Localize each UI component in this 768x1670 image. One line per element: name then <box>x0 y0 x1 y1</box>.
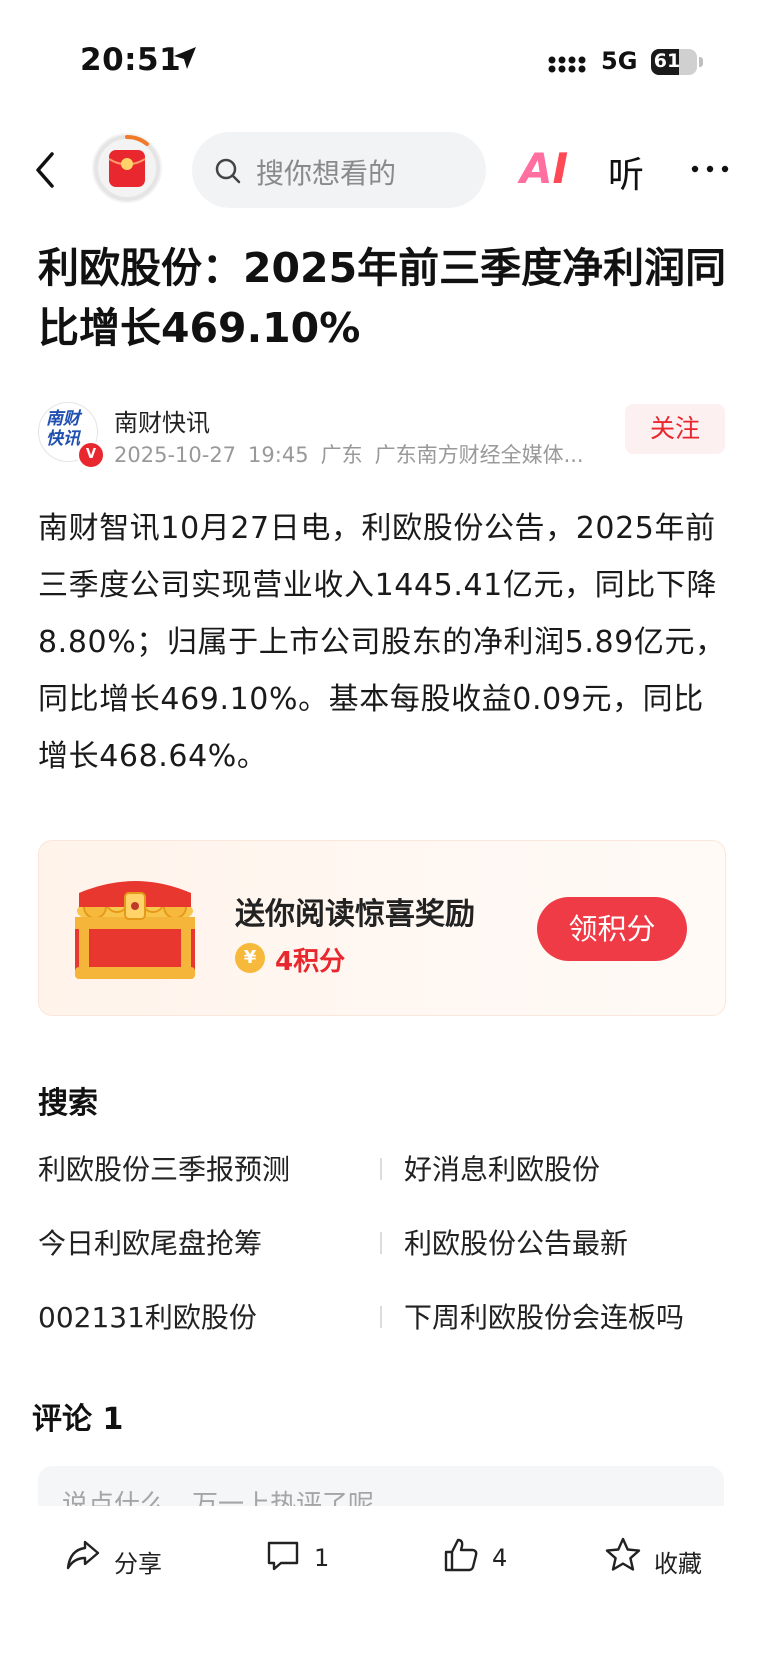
article-body: 南财智讯10月27日电，利欧股份公告，2025年前三季度公司实现营业收入1445… <box>38 511 726 774</box>
network-label: 5G <box>601 47 638 75</box>
battery-icon: 61 <box>651 49 697 75</box>
comment-count: 1 <box>314 1544 330 1572</box>
comment-button[interactable]: 1 <box>264 1536 364 1580</box>
favorite-button[interactable]: 收藏 <box>604 1536 724 1580</box>
related-search-link[interactable]: 002131利欧股份 <box>38 1296 257 1336</box>
like-button[interactable]: 4 <box>442 1536 542 1580</box>
status-time: 20:51 <box>80 42 182 78</box>
reward-card: 送你阅读惊喜奖励 ¥ 4积分 领积分 <box>38 840 726 1016</box>
location-arrow-icon <box>174 47 196 69</box>
reward-title: 送你阅读惊喜奖励 <box>235 897 475 932</box>
article-title: 利欧股份：2025年前三季度净利润同比增长469.10% <box>38 244 727 352</box>
search-placeholder: 搜你想看的 <box>256 157 397 190</box>
status-bar: 20:51 5G 61 <box>0 0 768 120</box>
like-count: 4 <box>492 1544 508 1572</box>
ai-label-a: A <box>520 144 553 193</box>
verified-badge: V <box>77 441 105 469</box>
comment-placeholder: 说点什么，万一上热评了呢 <box>62 1490 375 1506</box>
related-search-link[interactable]: 利欧股份公告最新 <box>404 1222 628 1262</box>
column-divider <box>380 1306 382 1328</box>
related-search-link[interactable]: 今日利欧尾盘抢筹 <box>38 1222 262 1262</box>
favorite-label: 收藏 <box>654 1550 702 1578</box>
author-name[interactable]: 南财快讯 <box>114 403 210 438</box>
red-packet-icon <box>94 134 160 201</box>
top-nav: 搜你想看的 AI 听 <box>0 120 768 220</box>
thumbs-up-icon <box>444 1538 478 1572</box>
related-search-link[interactable]: 下周利欧股份会连板吗 <box>404 1296 684 1336</box>
battery-percent: 61 <box>653 50 681 72</box>
search-input[interactable]: 搜你想看的 <box>192 132 486 208</box>
follow-button[interactable]: 关注 <box>625 404 725 454</box>
search-section-heading: 搜索 <box>38 1086 98 1121</box>
star-icon <box>605 1537 641 1571</box>
coin-icon: ¥ <box>235 943 265 973</box>
search-icon <box>215 158 241 184</box>
comment-input[interactable]: 说点什么，万一上热评了呢 <box>38 1466 724 1506</box>
related-search-link[interactable]: 利欧股份三季报预测 <box>38 1148 290 1188</box>
comments-heading: 评论 1 <box>32 1402 124 1437</box>
ai-button[interactable]: AI <box>520 144 568 193</box>
related-search-link[interactable]: 好消息利欧股份 <box>404 1148 600 1188</box>
back-button[interactable] <box>28 144 64 196</box>
red-packet-button[interactable] <box>92 133 162 203</box>
ai-label-i: I <box>552 144 569 193</box>
share-label: 分享 <box>114 1550 162 1578</box>
column-divider <box>380 1232 382 1254</box>
comment-icon <box>267 1541 299 1571</box>
listen-button[interactable]: 听 <box>608 146 644 198</box>
signal-icon <box>548 56 586 73</box>
share-icon <box>66 1540 100 1570</box>
bottom-action-bar: 分享 1 4 收藏 <box>0 1506 768 1670</box>
column-divider <box>380 1158 382 1180</box>
publish-source: 广东南方财经全媒体... <box>374 443 584 467</box>
share-button[interactable]: 分享 <box>64 1536 184 1580</box>
publish-time: 19:45 <box>248 443 309 467</box>
author-meta: 2025-10-27 19:45 广东 广东南方财经全媒体... <box>114 439 604 469</box>
reward-points: 4积分 <box>275 947 346 977</box>
publish-date: 2025-10-27 <box>114 443 237 467</box>
battery-nub <box>699 57 703 67</box>
more-icon[interactable] <box>690 164 730 174</box>
claim-points-button[interactable]: 领积分 <box>537 897 687 961</box>
publish-region: 广东 <box>320 443 363 467</box>
treasure-chest-icon <box>75 881 195 979</box>
